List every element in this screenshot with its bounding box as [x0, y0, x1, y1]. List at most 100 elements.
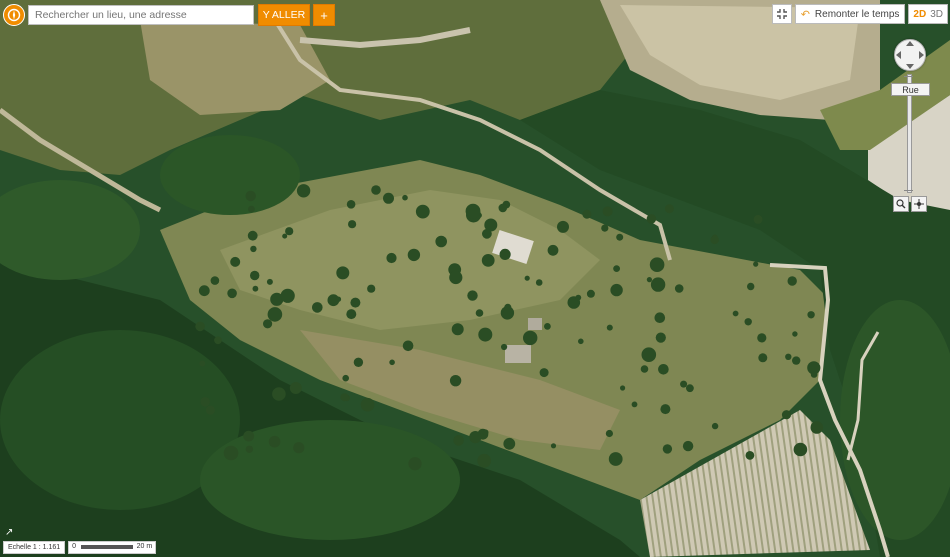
mode-3d-button[interactable]: 3D [930, 9, 943, 20]
time-travel-button[interactable]: ↶ Remonter le temps [794, 4, 906, 24]
tree-canopy [350, 297, 361, 308]
collapse-fullscreen-button[interactable] [771, 4, 792, 24]
tree-canopy [346, 309, 357, 320]
tree-canopy [340, 393, 349, 402]
tree-canopy [758, 353, 768, 363]
tree-canopy [640, 365, 649, 373]
tree-canopy [449, 375, 462, 387]
tree-canopy [785, 353, 792, 360]
tree-canopy [198, 285, 210, 297]
search-field[interactable] [28, 5, 254, 25]
tree-canopy [247, 230, 258, 241]
tree-canopy [245, 190, 256, 202]
tree-canopy [478, 327, 493, 342]
tree-canopy [658, 364, 669, 375]
zoom-level-label[interactable]: Rue [891, 83, 930, 96]
tree-canopy [293, 442, 305, 454]
tree-canopy [407, 248, 421, 262]
tree-canopy [200, 397, 210, 407]
tree-canopy [807, 311, 815, 319]
tree-canopy [272, 387, 286, 401]
tree-canopy [469, 431, 482, 444]
map-imagery[interactable] [0, 0, 950, 557]
tree-canopy [606, 324, 613, 331]
tree-canopy [312, 302, 323, 313]
tree-canopy [501, 343, 508, 351]
tree-canopy [792, 331, 798, 337]
compass-logo-icon[interactable] [3, 4, 25, 26]
tree-canopy [371, 185, 381, 195]
tree-canopy [711, 422, 719, 430]
mode-2d-button[interactable]: 2D [913, 9, 926, 20]
go-button[interactable]: Y ALLER [258, 4, 310, 26]
scale-zero-label: 0 [72, 543, 77, 550]
zoom-tick [904, 76, 913, 77]
tree-canopy [451, 323, 464, 336]
tree-canopy [402, 340, 414, 352]
locate-button[interactable] [911, 196, 927, 212]
pan-right-icon[interactable] [919, 51, 924, 59]
tree-canopy [641, 347, 657, 363]
tree-canopy [250, 270, 260, 281]
tree-canopy [353, 357, 364, 367]
tree-canopy [787, 276, 797, 286]
tree-canopy [757, 333, 767, 343]
tree-canopy [660, 404, 671, 415]
tree-canopy [547, 244, 559, 256]
tree-canopy [631, 401, 638, 408]
tree-canopy [575, 294, 582, 301]
map-scale: Echelle 1 : 1.161 0 20 m [3, 541, 157, 554]
search-input[interactable] [35, 9, 247, 21]
tree-canopy [252, 285, 259, 292]
tree-canopy [367, 284, 376, 293]
tree-canopy [453, 435, 464, 446]
tree-canopy [346, 200, 356, 209]
tree-canopy [482, 228, 492, 239]
pan-control[interactable] [894, 39, 926, 71]
tree-canopy [499, 248, 511, 260]
tree-canopy [535, 279, 543, 286]
time-travel-label: Remonter le temps [814, 8, 900, 20]
tree-canopy [348, 220, 357, 229]
pan-left-icon[interactable] [896, 51, 901, 59]
tree-canopy [402, 194, 408, 201]
dimension-toggle: 2D 3D [908, 4, 948, 24]
collapse-fullscreen-icon [776, 9, 787, 19]
tree-canopy [227, 288, 237, 299]
tree-canopy [646, 277, 653, 283]
tree-canopy [205, 405, 215, 415]
tree-canopy [753, 261, 759, 267]
tree-canopy [747, 282, 755, 291]
more-options-button[interactable]: + [313, 4, 335, 26]
pan-up-icon[interactable] [906, 41, 914, 46]
tree-canopy [389, 359, 395, 366]
zoom-out-button[interactable] [893, 196, 909, 212]
tree-canopy [335, 296, 342, 302]
tree-canopy [810, 371, 818, 378]
scale-end-label: 20 m [136, 543, 153, 550]
tree-canopy [550, 443, 557, 449]
tree-canopy [610, 283, 623, 297]
tree-canopy [243, 430, 255, 442]
tree-canopy [608, 452, 623, 466]
tree-canopy [342, 374, 350, 382]
aerial-map[interactable] [0, 0, 950, 557]
tree-canopy [682, 440, 694, 452]
tree-canopy [498, 203, 508, 213]
tree-canopy [781, 410, 792, 420]
zoom-tick [904, 190, 913, 191]
tree-canopy [620, 385, 626, 391]
tree-canopy [268, 435, 281, 448]
tree-canopy [662, 444, 673, 454]
tree-canopy [250, 245, 257, 253]
tree-canopy [792, 356, 801, 365]
tree-canopy [664, 204, 674, 214]
tree-canopy [753, 214, 763, 224]
tree-canopy [744, 318, 752, 326]
tree-canopy [296, 184, 311, 198]
pan-down-icon[interactable] [906, 64, 914, 69]
tree-canopy [223, 445, 239, 461]
tree-canopy [477, 453, 492, 468]
search-bar: Y ALLER + [3, 4, 335, 26]
tree-canopy [602, 206, 613, 217]
